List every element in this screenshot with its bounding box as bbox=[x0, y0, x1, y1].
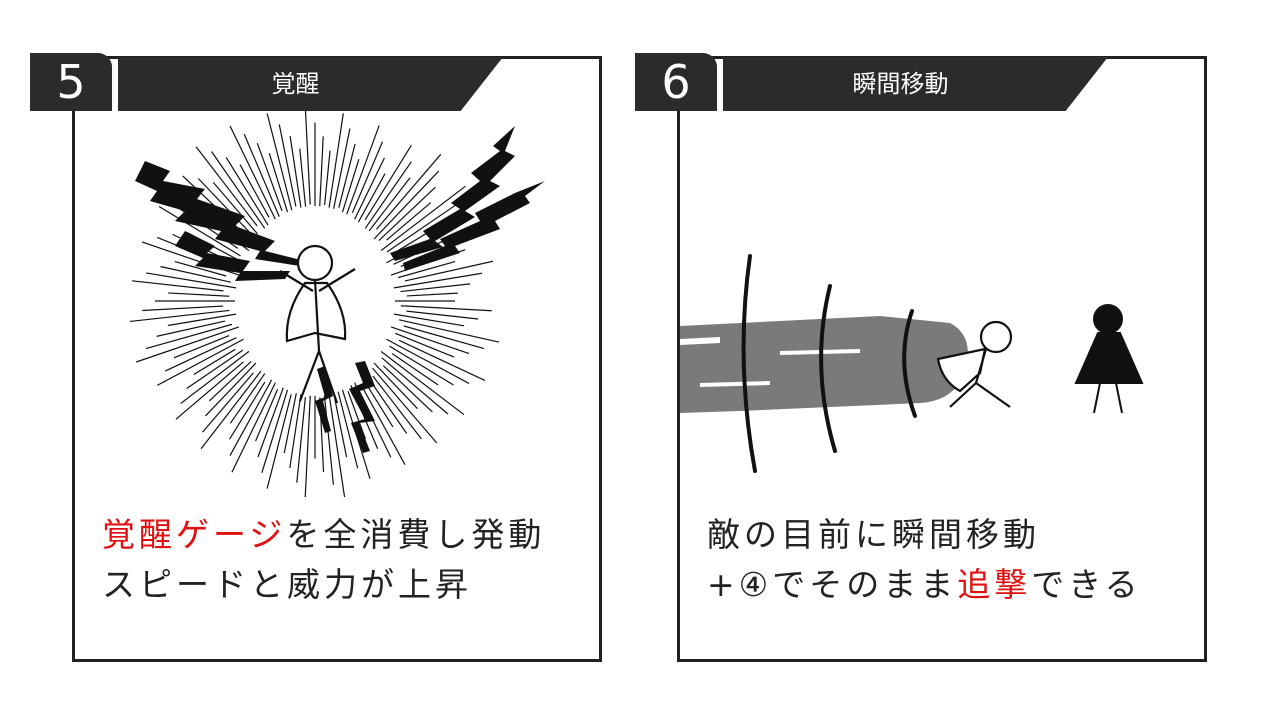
burst-line bbox=[209, 360, 252, 402]
teleport-illustration bbox=[680, 254, 1144, 473]
card-number-tab: 6 bbox=[635, 53, 717, 111]
card-caption: 覚醒ゲージを全消費し発動 スピードと威力が上昇 bbox=[102, 510, 592, 610]
burst-line bbox=[351, 141, 384, 213]
burst-line bbox=[131, 280, 224, 292]
card-number-tab: 5 bbox=[30, 53, 112, 111]
burst-line bbox=[204, 359, 259, 417]
caption-highlight: 覚醒ゲージ bbox=[102, 515, 287, 554]
caption-line-2: +④でそのまま追撃できる bbox=[707, 560, 1197, 610]
burst-line bbox=[266, 394, 292, 489]
card-teleport: 6 瞬間移動 敵の目前に瞬間移動 +④でそのまま追撃できる bbox=[635, 0, 1235, 720]
burst-line bbox=[129, 309, 230, 323]
burst-line bbox=[164, 337, 237, 372]
burst-line bbox=[406, 292, 458, 297]
caption-line-2: スピードと威力が上昇 bbox=[102, 565, 472, 604]
caption-line-1: 覚醒ゲージを全消費し発動 bbox=[102, 510, 592, 560]
burst-line bbox=[400, 305, 492, 312]
caption-text: を全消費し発動 bbox=[286, 515, 546, 554]
card-title: 覚醒 bbox=[118, 57, 503, 111]
caption-highlight: 追撃 bbox=[957, 565, 1032, 604]
burst-line bbox=[283, 389, 298, 454]
card-title: 瞬間移動 bbox=[723, 57, 1108, 111]
burst-line bbox=[299, 148, 307, 212]
burst-line bbox=[142, 305, 224, 312]
caption-text-end: できる bbox=[1031, 565, 1142, 604]
burst-line bbox=[304, 391, 312, 498]
burst-line bbox=[371, 359, 418, 410]
awakening-illustration bbox=[129, 111, 545, 498]
burst-line bbox=[318, 136, 324, 211]
burst-line bbox=[168, 292, 230, 297]
burst-line bbox=[390, 326, 470, 355]
enemy-silhouette bbox=[1074, 304, 1144, 414]
burst-line bbox=[333, 395, 348, 458]
caption-text: +④でそのまま bbox=[707, 565, 958, 604]
caption-line-1: 敵の目前に瞬間移動 bbox=[707, 515, 1040, 554]
burst-line bbox=[261, 380, 291, 473]
burst-line bbox=[372, 367, 438, 444]
burst-line bbox=[324, 150, 331, 205]
burst-line bbox=[145, 323, 233, 350]
burst-line bbox=[304, 111, 311, 205]
burst-line bbox=[323, 390, 334, 485]
card-caption: 敵の目前に瞬間移動 +④でそのまま追撃できる bbox=[707, 510, 1197, 610]
card-awakening: 5 覚醒 覚醒ゲージを全消費し発動 スピードと威力が上昇 bbox=[30, 0, 630, 720]
burst-line bbox=[332, 128, 351, 213]
burst-line bbox=[257, 385, 285, 458]
